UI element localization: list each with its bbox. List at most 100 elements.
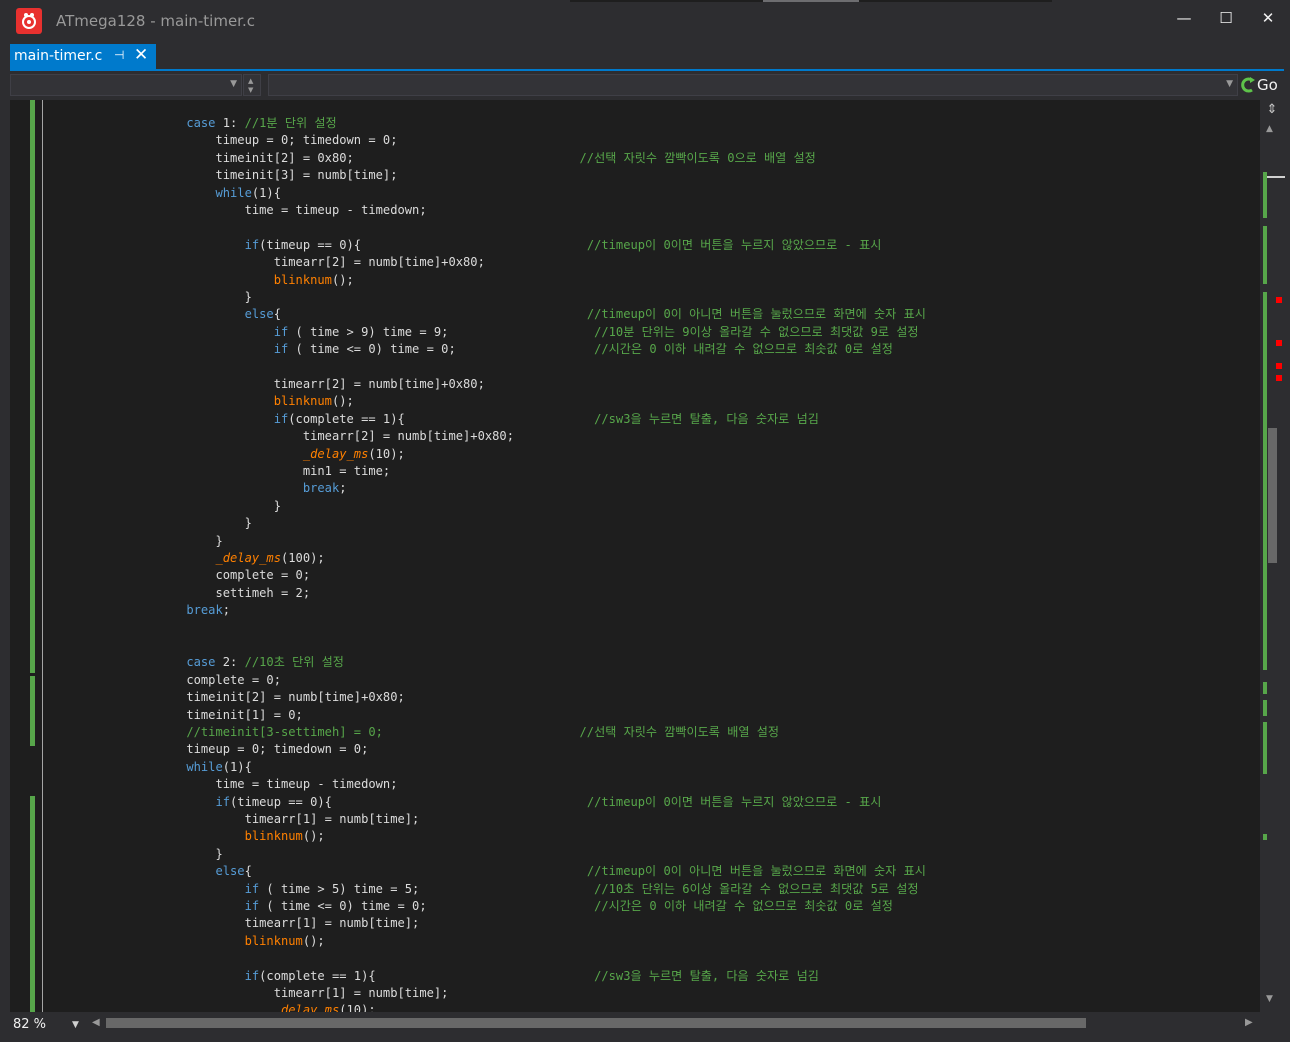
window-title: ATmega128 - main-timer.c [56,12,255,30]
code-line[interactable]: _delay_ms(10); [48,446,405,463]
code-line[interactable]: time = timeup - timedown; [48,202,427,219]
code-line[interactable]: blinknum(); [48,272,354,289]
code-line[interactable]: case 1: //1분 단위 설정 [48,115,336,132]
horizontal-scrollbar[interactable] [104,1017,1240,1029]
code-line[interactable]: timearr[2] = numb[time]+0x80; [48,428,514,445]
member-dropdown[interactable]: ▼ [268,74,1238,96]
code-line[interactable] [48,637,186,654]
code-line[interactable]: timearr[2] = numb[time]+0x80; [48,254,485,271]
spin-down-icon[interactable]: ▼ [248,86,253,94]
go-button[interactable]: Go [1238,74,1282,96]
code-line[interactable]: blinknum(); [48,828,325,845]
spin-up-icon[interactable]: ▲ [248,77,253,85]
pin-icon[interactable]: ⊣ [114,48,124,62]
code-line[interactable]: _delay_ms(100); [48,550,324,567]
vertical-scrollbar[interactable]: ⇕ ▲ ▼ [1260,100,1285,1012]
code-line[interactable]: blinknum(); [48,393,354,410]
code-token: (timeup == 0){ [230,794,587,809]
code-line[interactable]: timeup = 0; timedown = 0; [48,132,397,149]
code-line[interactable]: timearr[2] = numb[time]+0x80; [48,376,485,393]
code-line[interactable]: if(complete == 1){ //sw3을 누르면 탈출, 다음 숫자로… [48,411,819,428]
code-line[interactable]: break; [48,602,230,619]
title-strip-highlight [763,0,859,2]
code-token: //timeup이 0이 아니면 버튼을 눌렀으므로 화면에 숫자 표시 [586,307,926,322]
code-line[interactable]: min1 = time; [48,463,390,480]
split-editor-icon[interactable]: ⇕ [1265,103,1279,117]
code-line[interactable]: while(1){ [48,185,281,202]
code-line[interactable]: timeinit[1] = 0; [48,707,303,724]
code-line[interactable]: timeup = 0; timedown = 0; [48,741,368,758]
horizontal-scroll-thumb[interactable] [106,1018,1086,1028]
code-line[interactable]: complete = 0; [48,567,310,584]
code-line[interactable] [48,359,186,376]
code-line[interactable] [48,219,186,236]
code-line[interactable]: while(1){ [48,759,252,776]
scroll-left-icon[interactable]: ◀ [92,1017,100,1028]
code-line[interactable]: if(complete == 1){ //sw3을 누르면 탈출, 다음 숫자로… [48,968,819,985]
code-token: if [186,237,260,252]
code-editor[interactable]: case 1: //1분 단위 설정 timeup = 0; timedown … [10,100,1260,1012]
code-token: blinknum [186,829,303,844]
code-token: _delay_ms [186,1003,340,1012]
code-line[interactable]: if ( time <= 0) time = 0; //시간은 0 이하 내려갈… [48,898,893,915]
code-line[interactable]: _delay_ms(10); [48,1002,376,1012]
code-line[interactable]: else{ //timeup이 0이 아니면 버튼을 눌렀으므로 화면에 숫자 … [48,863,925,880]
scroll-down-icon[interactable]: ▼ [1266,994,1273,1004]
code-line[interactable]: blinknum(); [48,933,325,950]
code-token: _delay_ms [186,551,281,565]
code-line[interactable]: break; [48,480,347,497]
code-text[interactable]: case 1: //1분 단위 설정 timeup = 0; timedown … [48,100,1258,1012]
code-line[interactable]: } [48,289,252,306]
code-line[interactable]: case 2: //10초 단위 설정 [48,654,344,671]
code-line[interactable]: if ( time <= 0) time = 0; //시간은 0 이하 내려갈… [48,341,893,358]
code-line[interactable]: timearr[1] = numb[time]; [48,915,420,932]
code-line[interactable] [48,620,186,637]
code-line[interactable]: //timeinit[3-settimeh] = 0; //선택 자릿수 깜빡이… [48,724,779,741]
code-line[interactable]: timearr[1] = numb[time]; [48,811,420,828]
code-token: timeinit[2] = numb[time]+0x80; [186,690,405,705]
scroll-up-icon[interactable]: ▲ [1266,124,1273,134]
scope-spinner[interactable]: ▲ ▼ [243,74,261,96]
code-token: timearr[2] = numb[time]+0x80; [186,377,485,391]
maximize-button[interactable]: ☐ [1210,6,1242,30]
code-line[interactable]: if ( time > 5) time = 5; //10초 단위는 6이상 올… [48,881,919,898]
vertical-scroll-thumb[interactable] [1268,428,1277,563]
tab-close-icon[interactable]: ✕ [134,45,148,65]
code-token: break [186,603,223,618]
minimize-button[interactable]: — [1168,6,1200,30]
tab-main-timer-c[interactable]: main-timer.c ⊣ ✕ [10,44,156,70]
code-line[interactable]: } [48,515,252,532]
close-window-button[interactable]: ✕ [1252,6,1284,30]
code-line[interactable]: if(timeup == 0){ //timeup이 0이면 버튼을 누르지 않… [48,237,882,254]
code-line[interactable]: } [48,533,222,550]
code-line[interactable]: timearr[1] = numb[time]; [48,985,449,1002]
code-line[interactable] [48,950,186,967]
code-line[interactable]: timeinit[2] = 0x80; //선택 자릿수 깜빡이도록 0으로 배… [48,150,815,167]
scroll-right-icon[interactable]: ▶ [1245,1017,1253,1028]
code-token: timeinit[2] = 0x80; [186,150,580,165]
code-line[interactable]: settimeh = 2; [48,585,310,602]
code-token: complete = 0; [186,672,281,687]
zoom-dropdown[interactable]: 82 % ▼ [10,1014,84,1036]
code-line[interactable]: timeinit[3] = numb[time]; [48,167,397,184]
code-line[interactable]: if ( time > 9) time = 9; //10분 단위는 9이상 올… [48,324,919,341]
code-line[interactable]: time = timeup - timedown; [48,776,397,793]
code-line[interactable]: } [48,846,222,863]
code-line[interactable]: if(timeup == 0){ //timeup이 0이면 버튼을 누르지 않… [48,794,881,811]
code-line[interactable]: complete = 0; [48,672,281,689]
scope-dropdown[interactable]: ▼ [10,74,242,96]
code-line[interactable]: else{ //timeup이 0이 아니면 버튼을 눌렀으므로 화면에 숫자 … [48,306,926,323]
code-line[interactable]: timeinit[2] = numb[time]+0x80; [48,689,405,706]
scrollbar-error-marker [1276,297,1282,303]
code-line[interactable]: } [48,498,281,515]
